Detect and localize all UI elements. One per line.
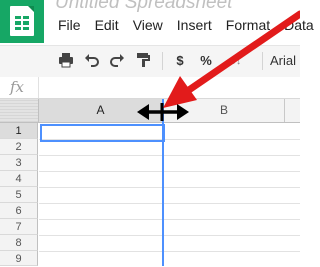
column-resize-cursor-icon: [137, 103, 189, 121]
red-arrow-icon: [163, 10, 300, 108]
annotation-overlay: [137, 10, 300, 121]
